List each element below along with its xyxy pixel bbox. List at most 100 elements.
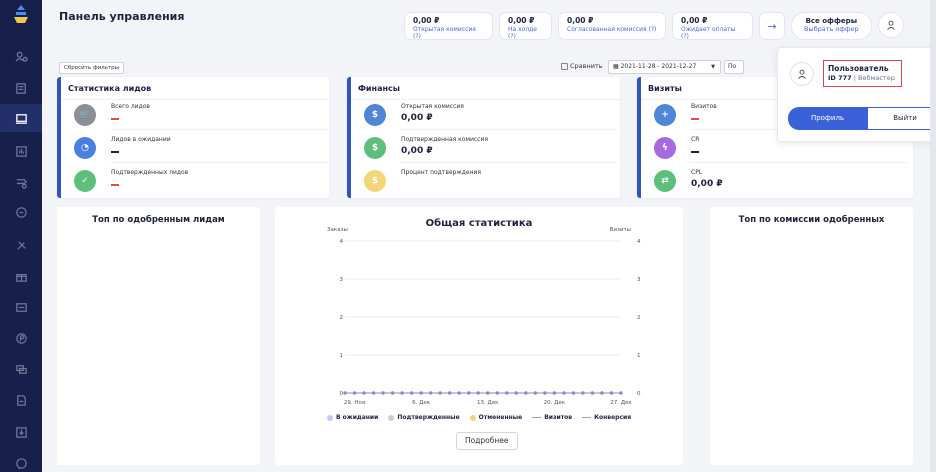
nav-users-icon[interactable] (0, 42, 42, 70)
data-point (619, 391, 623, 395)
y2-tick-label: 1 (637, 353, 641, 359)
data-point (467, 391, 471, 395)
finance-card: Финансы $ Открытая комиссия 0,00 ₽ $ Под… (347, 77, 620, 198)
logout-button[interactable]: Выйти (867, 107, 936, 130)
legend-label: Визитов (544, 414, 573, 421)
details-button[interactable]: Подробнее (456, 432, 518, 450)
compare-checkbox[interactable]: Сравнить (561, 62, 603, 70)
date-range-picker[interactable]: ▦ 2021-11-28 - 2021-12-27 ▼ (608, 60, 721, 74)
period-select[interactable]: По (724, 60, 744, 74)
sidebar (0, 0, 42, 472)
nav-support-icon[interactable] (0, 449, 42, 472)
dollar-icon: $ (364, 104, 386, 126)
data-point (343, 391, 347, 395)
select-offer-link[interactable]: Выбрать оффер (804, 25, 859, 33)
data-point (562, 391, 566, 395)
stat-label: Согласованная комиссия (?) (567, 26, 657, 33)
dollar-icon: $ (364, 170, 386, 192)
nav-dashboard-icon[interactable] (0, 104, 42, 132)
reset-filters-button[interactable]: Сбросить фильтры (59, 62, 124, 74)
scrollbar[interactable] (930, 0, 936, 472)
x-tick-label: 29. Ноя (344, 400, 365, 406)
offers-selector[interactable]: Все офферы Выбрать оффер (791, 12, 872, 40)
legend-item[interactable]: Визитов (532, 414, 572, 421)
card-title: Визиты (648, 84, 682, 93)
legend-label: Подтвержденные (397, 414, 460, 421)
legend-item[interactable]: Конверсия (582, 414, 631, 421)
nav-payments-icon[interactable] (0, 324, 42, 352)
stat-open-commission[interactable]: 0,00 ₽ Открытая комиссия (?) (404, 12, 493, 40)
data-point (447, 391, 452, 395)
card-accent (637, 77, 641, 198)
legend-marker (388, 414, 395, 421)
nav-chat-icon[interactable] (0, 355, 42, 383)
stat-label: Открытая комиссия (?) (413, 26, 476, 40)
chart-legend: В ожидании Подтвержденные Отмененные Визито… (278, 414, 680, 421)
card-accent (347, 77, 351, 198)
stat-label: На холде (?) (508, 26, 537, 40)
y-axis-label: Заказы (327, 227, 348, 233)
data-point (581, 391, 585, 395)
nav-gift-icon[interactable] (0, 262, 42, 290)
y2-axis-label: Визиты (610, 227, 631, 233)
stat-approved-commission[interactable]: 0,00 ₽ Согласованная комиссия (?) (558, 12, 666, 40)
data-point (609, 391, 614, 395)
user-info: Пользователь ID 777 | Вебмастер (823, 60, 902, 87)
shuffle-icon: ⇄ (654, 170, 676, 192)
profile-button[interactable]: Профиль (788, 107, 867, 130)
divider (111, 162, 327, 163)
nav-api-icon[interactable] (0, 293, 42, 321)
list-item: ⇄ CPL 0,00 ₽ (654, 166, 914, 196)
top-stats-bar: 0,00 ₽ Открытая комиссия (?) 0,00 ₽ На хол… (404, 12, 904, 40)
empty-value (111, 118, 119, 120)
data-point (352, 391, 357, 395)
legend-label: Конверсия (594, 414, 632, 421)
arrow-right-icon[interactable]: → (759, 12, 785, 40)
y-tick-label: 2 (340, 315, 344, 321)
stat-awaiting-payment[interactable]: 0,00 ₽ Ожидает оплаты (?) (672, 12, 753, 40)
check-icon: ✓ (74, 170, 96, 192)
user-plus-icon: + (654, 104, 676, 126)
card-accent (57, 77, 61, 198)
legend-item[interactable]: Отмененные (469, 414, 522, 421)
logo-icon (14, 5, 28, 23)
data-point (524, 391, 528, 395)
data-point (457, 391, 461, 395)
nav-documents-icon[interactable] (0, 74, 42, 102)
nav-download-icon[interactable] (0, 418, 42, 446)
nav-file-icon[interactable] (0, 386, 42, 414)
nav-tools-icon[interactable] (0, 231, 42, 259)
list-item: 🛒 Всего лидов (74, 100, 334, 130)
divider (401, 162, 617, 163)
y-tick-label: 0 (340, 391, 344, 397)
data-point (571, 391, 576, 395)
data-point (486, 391, 490, 395)
data-point (514, 391, 519, 395)
top-approved-leads-panel: Топ по одобренным лидам (57, 207, 260, 465)
leads-stats-card: Статистика лидов 🛒 Всего лидов ◔ Лидов в… (57, 77, 329, 198)
nav-offers-icon[interactable] (0, 198, 42, 226)
main-content: Панель управления 0,00 ₽ Открытая комисси… (42, 0, 936, 472)
nav-streams-icon[interactable] (0, 168, 42, 196)
legend-marker (326, 414, 333, 421)
data-point (409, 391, 414, 395)
y2-tick-label: 2 (637, 315, 641, 321)
stat-hold[interactable]: 0,00 ₽ На холде (?) (499, 12, 552, 40)
data-point (476, 391, 480, 395)
y2-tick-label: 4 (637, 239, 641, 245)
empty-value (691, 151, 699, 153)
data-point (600, 391, 604, 395)
y-tick-label: 1 (340, 353, 344, 359)
divider (111, 129, 327, 130)
divider (691, 162, 907, 163)
data-point (543, 391, 547, 395)
legend-item[interactable]: Подтвержденные (388, 414, 460, 421)
calendar-icon: ▦ (613, 63, 621, 70)
user-menu-button[interactable] (877, 12, 904, 38)
list-item: $ Процент подтверждения (364, 166, 624, 196)
page-title: Панель управления (59, 10, 185, 23)
data-point (381, 391, 385, 395)
data-point (371, 391, 376, 395)
legend-item[interactable]: В ожидании (326, 414, 378, 421)
nav-reports-icon[interactable] (0, 137, 42, 165)
